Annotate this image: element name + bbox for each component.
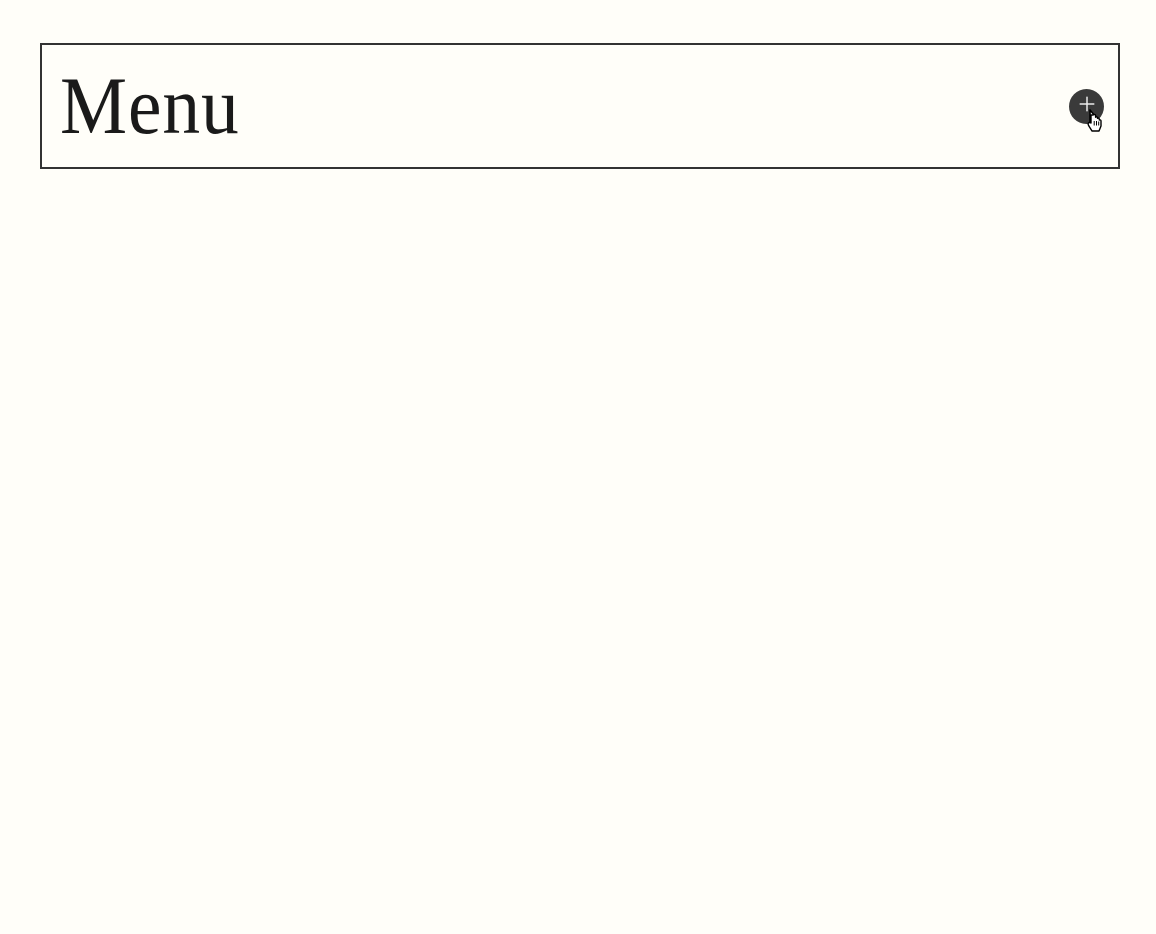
- menu-panel: Menu: [40, 43, 1120, 169]
- plus-icon: [1076, 93, 1098, 120]
- menu-title: Menu: [60, 59, 240, 153]
- expand-menu-button[interactable]: [1069, 89, 1104, 124]
